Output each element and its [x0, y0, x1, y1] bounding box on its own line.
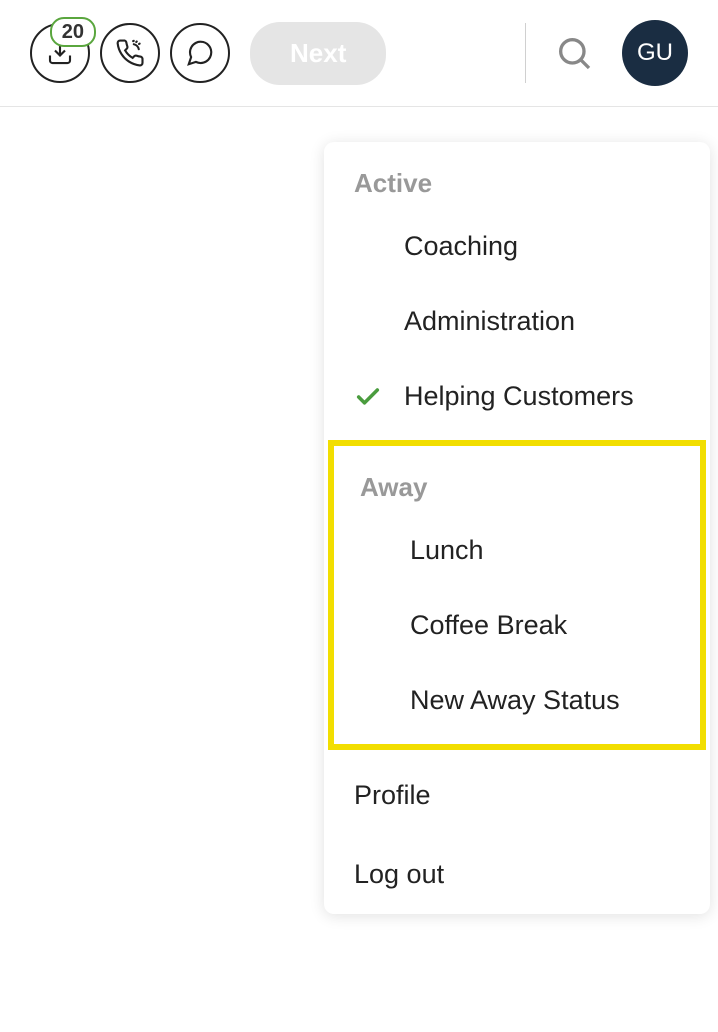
header-bar: 20 Next GU [0, 0, 718, 107]
profile-link[interactable]: Profile [324, 756, 710, 835]
status-item-administration[interactable]: Administration [324, 284, 710, 359]
status-item-lunch[interactable]: Lunch [334, 513, 700, 588]
status-label: Lunch [410, 535, 484, 566]
check-icon [354, 383, 382, 411]
chat-button[interactable] [170, 23, 230, 83]
header-divider [525, 23, 526, 83]
inbox-button[interactable]: 20 [30, 23, 90, 83]
status-label: New Away Status [410, 685, 620, 716]
active-section-header: Active [324, 142, 710, 209]
status-label: Coffee Break [410, 610, 567, 641]
status-item-coaching[interactable]: Coaching [324, 209, 710, 284]
status-item-helping-customers[interactable]: Helping Customers [324, 359, 710, 434]
status-item-coffee-break[interactable]: Coffee Break [334, 588, 700, 663]
phone-button[interactable] [100, 23, 160, 83]
next-button[interactable]: Next [250, 22, 386, 85]
phone-icon [115, 38, 145, 68]
check-slot [354, 383, 404, 411]
status-item-new-away-status[interactable]: New Away Status [334, 663, 700, 738]
status-label: Coaching [404, 231, 518, 262]
avatar[interactable]: GU [622, 20, 688, 86]
away-section-header: Away [334, 446, 700, 513]
status-dropdown: Active Coaching Administration Helping C… [324, 142, 710, 914]
status-label: Helping Customers [404, 381, 634, 412]
search-icon[interactable] [554, 33, 594, 73]
logout-link[interactable]: Log out [324, 835, 710, 914]
status-label: Administration [404, 306, 575, 337]
chat-icon [185, 38, 215, 68]
away-section-highlight: Away Lunch Coffee Break New Away Status [328, 440, 706, 750]
inbox-badge: 20 [50, 17, 96, 47]
